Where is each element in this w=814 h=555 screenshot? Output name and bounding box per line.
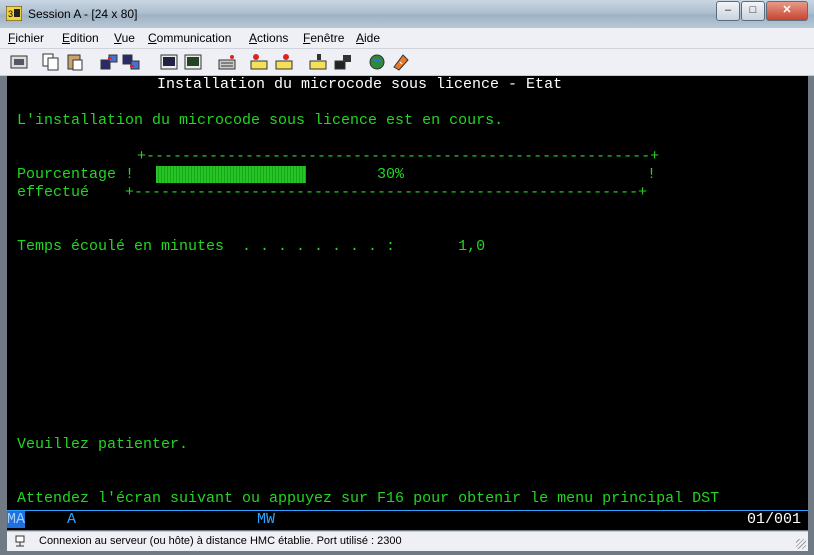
wait-message: Veuillez patienter.: [17, 436, 189, 453]
menu-fenetre[interactable]: Fenêtre: [303, 31, 344, 45]
toolbar: [0, 49, 814, 76]
record-macro-icon[interactable]: [249, 52, 269, 72]
globe-icon[interactable]: [367, 52, 387, 72]
oia-status-line: MA A MW 01/001: [7, 510, 808, 530]
progress-bar-fill: [156, 166, 306, 183]
progress-border-right: !: [647, 166, 657, 183]
stop-macro-icon[interactable]: [308, 52, 328, 72]
oia-a-indicator: A: [67, 511, 77, 528]
status-text: Connexion au serveur (ou hôte) à distanc…: [39, 535, 402, 547]
menu-aide[interactable]: Aide: [356, 31, 380, 45]
status-bar: Connexion au serveur (ou hôte) à distanc…: [7, 531, 808, 551]
paste-icon[interactable]: [65, 52, 85, 72]
status-message: L'installation du microcode sous licence…: [17, 112, 504, 129]
close-button[interactable]: ✕: [766, 1, 808, 21]
oia-divider: [7, 510, 808, 511]
customize-icon[interactable]: [333, 52, 353, 72]
pcomm-app-icon[interactable]: 3: [6, 6, 22, 21]
receive-file-icon[interactable]: [121, 52, 141, 72]
screen-header: Installation du microcode sous licence -…: [157, 76, 563, 93]
percentage-label-line2: effectué +------------------------------…: [17, 184, 648, 201]
window-title: Session A - [24 x 80]: [28, 7, 138, 21]
macro-icon[interactable]: [217, 52, 237, 72]
play-macro-icon[interactable]: [274, 52, 294, 72]
keyboard-map-icon[interactable]: [183, 52, 203, 72]
print-screen-icon[interactable]: [9, 52, 29, 72]
svg-text:3: 3: [8, 9, 13, 19]
oia-ma-indicator: MA: [7, 511, 26, 528]
maximize-button[interactable]: □: [741, 1, 765, 21]
display-keypad-icon[interactable]: [159, 52, 179, 72]
copy-icon[interactable]: [41, 52, 61, 72]
resize-grip[interactable]: [796, 539, 806, 549]
bottom-message: Attendez l'écran suivant ou appuyez sur …: [17, 490, 720, 507]
send-file-icon[interactable]: [99, 52, 119, 72]
menu-fichier[interactable]: Fichier: [8, 31, 44, 45]
help-icon[interactable]: [391, 52, 411, 72]
menu-edition[interactable]: Edition: [62, 31, 99, 45]
menu-actions[interactable]: Actions: [249, 31, 288, 45]
connection-icon: [15, 535, 25, 547]
minimize-button[interactable]: –: [716, 1, 740, 21]
cursor-position: 01/001: [747, 511, 802, 528]
percentage-label: Pourcentage !: [17, 166, 135, 183]
title-bar: 3 Session A - [24 x 80] – □ ✕: [0, 0, 814, 28]
oia-mw-indicator: MW: [257, 511, 276, 528]
menu-communication[interactable]: Communication: [148, 31, 231, 45]
percentage-value: 30%: [377, 166, 405, 183]
menu-bar: Fichier Edition Vue Communication Action…: [0, 28, 814, 49]
elapsed-time: Temps écoulé en minutes . . . . . . . . …: [17, 238, 486, 255]
terminal-screen[interactable]: Installation du microcode sous licence -…: [7, 76, 808, 510]
menu-vue[interactable]: Vue: [114, 31, 135, 45]
progress-border-top: +---------------------------------------…: [137, 148, 660, 165]
